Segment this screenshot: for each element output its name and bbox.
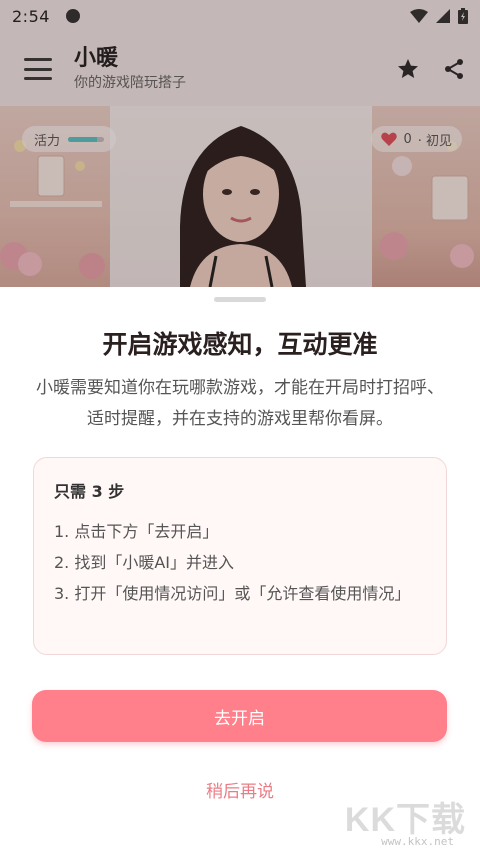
- sheet-description: 小暖需要知道你在玩哪款游戏，才能在开局时打招呼、适时提醒，并在支持的游戏里帮你看…: [36, 378, 444, 429]
- steps-card: 只需 3 步 1. 点击下方「去开启」 2. 找到「小暖AI」并进入 3. 打开…: [33, 457, 447, 655]
- step-item: 1. 点击下方「去开启」: [54, 522, 219, 541]
- step-item: 2. 找到「小暖AI」并进入: [54, 553, 235, 572]
- steps-heading: 只需 3 步: [54, 482, 125, 501]
- enable-button[interactable]: 去开启: [32, 690, 447, 742]
- watermark-logo: KK下载: [344, 801, 466, 839]
- step-item: 3. 打开「使用情况访问」或「允许查看使用情况」: [54, 584, 411, 603]
- drag-handle[interactable]: [214, 297, 266, 302]
- modal-scrim[interactable]: [0, 0, 480, 287]
- sheet-title: 开启游戏感知，互动更准: [102, 330, 378, 359]
- watermark-url: www.kkx.net: [381, 835, 454, 848]
- permission-bottom-sheet: 开启游戏感知，互动更准 小暖需要知道你在玩哪款游戏，才能在开局时打招呼、适时提醒…: [0, 287, 480, 853]
